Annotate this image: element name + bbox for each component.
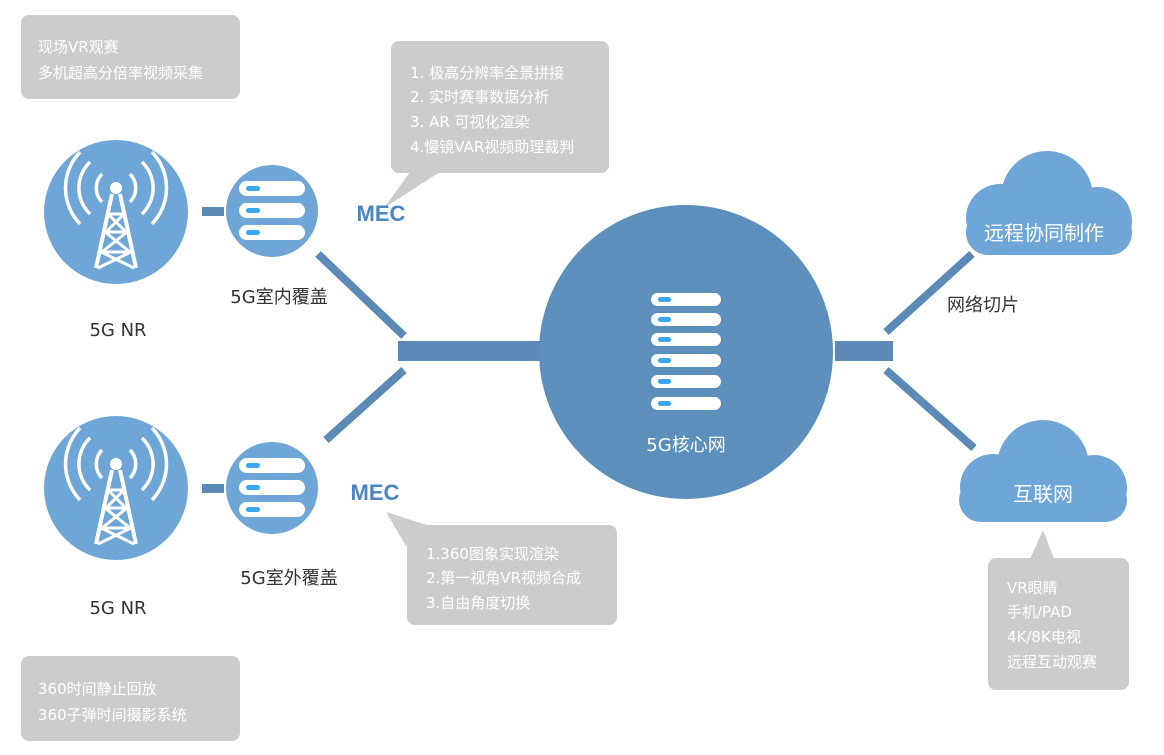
nr-top-label: 5G NR <box>89 320 146 341</box>
connector-nr-bottom <box>202 484 224 493</box>
svg-text:1.360图象实现渲染: 1.360图象实现渲染 <box>426 545 559 563</box>
core-network-node: 5G核心网 <box>539 205 833 499</box>
svg-text:手机/PAD: 手机/PAD <box>1007 603 1072 621</box>
cloud-remote-production: 远程协同制作 <box>966 151 1132 255</box>
nr-node-top <box>44 140 188 284</box>
connector-slice-bottom <box>883 367 977 451</box>
connector-outdoor <box>323 367 407 443</box>
svg-text:VR眼睛: VR眼睛 <box>1007 579 1058 597</box>
cloud-internet: 互联网 <box>959 420 1127 522</box>
cloud-icon <box>959 420 1127 522</box>
connector-core-left <box>398 341 540 361</box>
outdoor-label: 5G室外覆盖 <box>240 568 337 589</box>
svg-text:3.自由角度切换: 3.自由角度切换 <box>426 594 530 612</box>
svg-text:2.第一视角VR视频合成: 2.第一视角VR视频合成 <box>426 569 581 587</box>
nr-bottom-label: 5G NR <box>89 598 146 619</box>
server-rack-icon <box>239 458 305 517</box>
svg-text:互联网: 互联网 <box>1013 482 1073 506</box>
callout-bottom-left: 360时间静止回放 360子弹时间摄影系统 <box>21 656 240 741</box>
network-diagram: 现场VR观赛 多机超高分倍率视频采集 1. 极高分辨率全景拼接 2. 实时赛事数… <box>21 15 1132 741</box>
svg-text:远程互动观赛: 远程互动观赛 <box>1007 653 1097 671</box>
svg-text:360子弹时间摄影系统: 360子弹时间摄影系统 <box>38 706 187 724</box>
svg-text:2. 实时赛事数据分析: 2. 实时赛事数据分析 <box>410 88 549 106</box>
svg-text:多机超高分倍率视频采集: 多机超高分倍率视频采集 <box>38 64 203 82</box>
callout-mec-top: 1. 极高分辨率全景拼接 2. 实时赛事数据分析 3. AR 可视化渲染 4.慢… <box>384 41 609 208</box>
mec-node-bottom <box>226 442 318 534</box>
svg-text:现场VR观赛: 现场VR观赛 <box>38 38 119 56</box>
callout-top-left: 现场VR观赛 多机超高分倍率视频采集 <box>21 15 240 99</box>
callout-internet: VR眼睛 手机/PAD 4K/8K电视 远程互动观赛 <box>988 530 1129 690</box>
callout-mec-bottom: 1.360图象实现渲染 2.第一视角VR视频合成 3.自由角度切换 <box>386 512 617 625</box>
server-rack-icon <box>239 181 305 240</box>
indoor-label: 5G室内覆盖 <box>230 287 327 308</box>
connector-nr-top <box>202 207 224 216</box>
mec-bottom-label: MEC <box>351 480 400 505</box>
connector-slice-top <box>883 251 975 335</box>
connector-indoor <box>315 251 407 339</box>
svg-text:360时间静止回放: 360时间静止回放 <box>38 680 157 698</box>
nr-node-bottom <box>44 416 188 560</box>
connector-core-right <box>835 341 893 361</box>
svg-text:4K/8K电视: 4K/8K电视 <box>1007 628 1081 646</box>
slicing-label: 网络切片 <box>947 295 1019 316</box>
mec-top-label: MEC <box>357 201 406 226</box>
svg-text:3. AR 可视化渲染: 3. AR 可视化渲染 <box>410 113 530 131</box>
svg-text:远程协同制作: 远程协同制作 <box>984 221 1104 245</box>
svg-text:1. 极高分辨率全景拼接: 1. 极高分辨率全景拼接 <box>410 64 564 82</box>
svg-text:4.慢镜VAR视频助理裁判: 4.慢镜VAR视频助理裁判 <box>410 138 574 156</box>
core-label: 5G核心网 <box>646 435 725 456</box>
mec-node-top <box>226 165 318 257</box>
